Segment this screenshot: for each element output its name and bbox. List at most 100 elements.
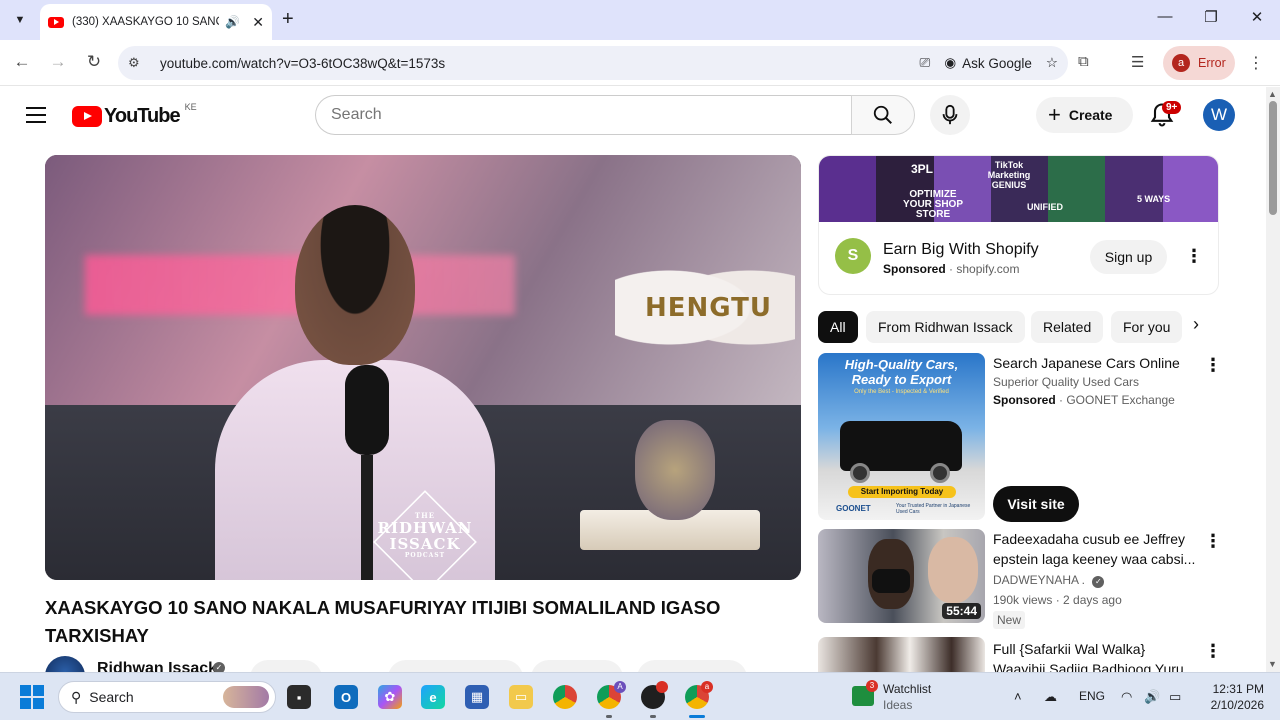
ad-signup-button[interactable]: Sign up <box>1090 240 1167 274</box>
site-info-icon[interactable]: ⚙ <box>128 55 148 71</box>
chrome-icon[interactable] <box>553 685 577 709</box>
thumb-car-wheel <box>850 463 870 483</box>
edge-icon[interactable]: e <box>421 685 445 709</box>
rec-age: 2 days ago <box>1063 593 1122 607</box>
subscribe-button[interactable] <box>250 660 322 672</box>
tab-close-icon[interactable]: ✕ <box>252 14 264 31</box>
volume-icon[interactable]: 🔊 <box>1144 689 1160 705</box>
chips-next-chevron-icon[interactable]: › <box>1184 314 1208 340</box>
rec-title[interactable]: Full {Safarkii Wal Walka} Waayihii Sadii… <box>993 639 1198 672</box>
podcast-watermark-logo: THE RIDHWAN ISSACK PODCAST <box>350 490 500 580</box>
task-view-icon[interactable]: ▪ <box>287 685 311 709</box>
ad-title[interactable]: Earn Big With Shopify <box>883 241 1039 259</box>
copilot-icon[interactable]: ✿ <box>378 685 402 709</box>
video-thumbnail[interactable] <box>818 637 985 672</box>
like-dislike-button[interactable] <box>388 660 523 672</box>
clock-date: 2/10/2026 <box>1210 698 1264 712</box>
scroll-thumb[interactable] <box>1269 101 1277 215</box>
ad-more-options-icon[interactable]: ⋮ <box>1185 247 1203 265</box>
youtube-logo[interactable]: YouTube KE <box>72 102 197 128</box>
save-button[interactable] <box>637 660 747 672</box>
video-player[interactable]: HENGTU THE RIDHWAN ISSACK PODCAST <box>45 155 801 580</box>
thumb-mask-shape <box>872 569 910 593</box>
share-button[interactable] <box>531 660 623 672</box>
outlook-icon[interactable]: O <box>334 685 358 709</box>
profile-avatar: a <box>1172 54 1190 72</box>
wifi-icon[interactable]: ◠ <box>1121 689 1132 705</box>
thumb-car-wheel <box>930 463 950 483</box>
bookmark-star-icon[interactable]: ☆ <box>1046 55 1058 71</box>
thumb-person-shape <box>928 537 978 603</box>
forward-arrow-icon[interactable]: → <box>47 52 69 72</box>
profile-error-button[interactable]: a Error <box>1163 46 1235 80</box>
recommendation-item[interactable]: 55:44 Fadeexadaha cusub ee Jeffrey epste… <box>818 529 1222 629</box>
youtube-play-icon <box>72 106 102 127</box>
video-owner-row: Ridhwan Issack ✓ <box>45 656 805 672</box>
chip-for-you[interactable]: For you <box>1111 311 1183 343</box>
chip-from-channel[interactable]: From Ridhwan Issack <box>866 311 1025 343</box>
scroll-down-icon[interactable]: ▼ <box>1268 659 1277 669</box>
rec-more-options-icon[interactable]: ⋮ <box>1204 642 1218 660</box>
file-explorer-icon[interactable]: ▭ <box>509 685 533 709</box>
account-avatar[interactable]: W <box>1203 99 1235 131</box>
page-scrollbar[interactable]: ▲ ▼ <box>1266 87 1280 672</box>
speaker-icon[interactable]: 🔊 <box>225 15 240 29</box>
windows-start-icon[interactable] <box>20 685 44 709</box>
watermark-diamond <box>373 490 477 580</box>
taskbar-search-box[interactable]: ⚲ Search <box>58 681 276 713</box>
restore-icon[interactable]: ❐ <box>1199 8 1223 26</box>
watchlist-title[interactable]: Watchlist <box>883 682 931 696</box>
ad-sponsored-label: Sponsored <box>883 262 946 276</box>
taskbar-clock[interactable]: 12:31 PM 2/10/2026 <box>1190 681 1264 713</box>
tab-search-chevron-icon[interactable]: ▼ <box>8 8 32 32</box>
rec-title[interactable]: Fadeexadaha cusub ee Jeffrey epstein lag… <box>993 529 1198 569</box>
scroll-up-icon[interactable]: ▲ <box>1268 89 1277 99</box>
install-app-icon[interactable]: ⎚ <box>920 55 931 71</box>
new-tab-plus-icon[interactable]: + <box>282 8 294 30</box>
shopify-ad-card[interactable]: 3PL TikTok Marketing GENIUS OPTIMIZE YOU… <box>818 155 1219 295</box>
battery-icon[interactable]: ▭ <box>1169 689 1181 705</box>
search-input[interactable] <box>331 106 852 124</box>
channel-name[interactable]: Ridhwan Issack <box>97 660 217 672</box>
url-text[interactable]: youtube.com/watch?v=O3-6tOC38wQ&t=1573s <box>160 56 445 71</box>
back-arrow-icon[interactable]: ← <box>11 52 33 72</box>
microphone-icon <box>942 104 958 125</box>
ask-google-button[interactable]: ◉ Ask Google <box>944 55 1032 71</box>
windows-taskbar: ⚲ Search ▪ O ✿ e ▦ ▭ A a 3 Watchlist Ide… <box>0 672 1280 720</box>
rec-channel[interactable]: DADWEYNAHA . <box>993 573 1085 587</box>
reload-icon[interactable]: ↻ <box>83 52 105 72</box>
visit-site-button[interactable]: Visit site <box>993 486 1079 522</box>
hamburger-menu-icon[interactable] <box>26 107 46 128</box>
recommendation-item[interactable]: Full {Safarkii Wal Walka} Waayihii Sadii… <box>818 637 1218 672</box>
tray-chevron-up-icon[interactable]: ˄ <box>1014 689 1022 704</box>
chrome-active-badge-icon: a <box>701 681 713 693</box>
language-indicator[interactable]: ENG <box>1079 689 1105 703</box>
minimize-icon[interactable]: — <box>1153 8 1177 25</box>
cloud-offline-icon[interactable]: ☁ <box>1044 689 1057 705</box>
browser-menu-icon[interactable]: ⋮ <box>1248 53 1264 73</box>
profile-status-label: Error <box>1198 56 1226 70</box>
store-icon[interactable]: ▦ <box>465 685 489 709</box>
banner-label-3: OPTIMIZE YOUR SHOP STORE <box>903 189 964 220</box>
channel-avatar[interactable] <box>45 656 85 672</box>
create-button[interactable]: + Create <box>1036 97 1133 133</box>
rec-more-options-icon[interactable]: ⋮ <box>1204 532 1222 550</box>
window-close-icon[interactable]: ✕ <box>1245 8 1269 26</box>
chip-all[interactable]: All <box>818 311 858 343</box>
rec-more-options-icon[interactable]: ⋮ <box>1204 356 1222 374</box>
search-icon <box>873 105 892 124</box>
voice-search-button[interactable] <box>930 95 970 135</box>
sponsored-recommendation[interactable]: High-Quality Cars, Ready to Export Only … <box>818 353 1222 523</box>
media-controls-icon[interactable]: ☰ <box>1131 53 1144 71</box>
sponsored-thumbnail[interactable]: High-Quality Cars, Ready to Export Only … <box>818 353 985 520</box>
chip-related[interactable]: Related <box>1031 311 1104 343</box>
rec-title[interactable]: Search Japanese Cars Online <box>993 353 1198 373</box>
address-bar[interactable]: ⚙ youtube.com/watch?v=O3-6tOC38wQ&t=1573… <box>118 46 1068 80</box>
extensions-puzzle-icon[interactable]: ⧉ <box>1078 53 1089 70</box>
browser-tab-active[interactable]: (330) XAASKAYGO 10 SANO 🔊 ✕ <box>40 4 272 40</box>
search-button[interactable] <box>851 95 915 135</box>
video-frame-glove-text: HENGTU <box>645 293 773 323</box>
video-duration: 55:44 <box>942 603 981 619</box>
speaker-head <box>295 205 415 365</box>
video-thumbnail[interactable]: 55:44 <box>818 529 985 623</box>
